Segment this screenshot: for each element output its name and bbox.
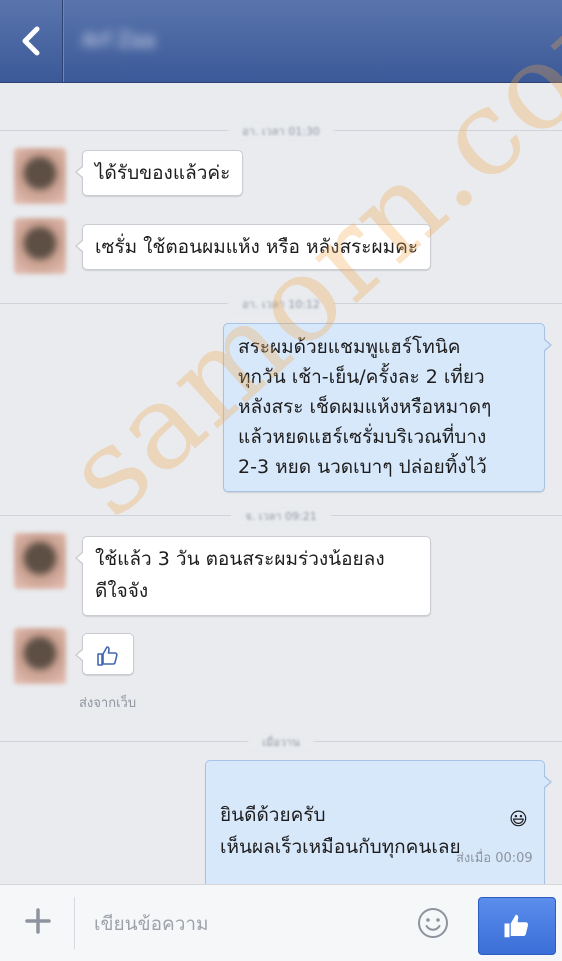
avatar[interactable] [14,628,66,684]
add-attachment-button[interactable] [24,907,52,939]
emoji-button[interactable] [417,907,449,943]
smiley-icon [418,908,448,938]
contact-name: Arf Zaa [82,28,156,52]
message-input[interactable] [92,905,406,943]
divider [74,897,75,949]
message-bubble-outgoing: ยินดีด้วยครับ เห็นผลเร็วเหมือนกับทุกคนเล… [205,760,552,904]
message-bubble-incoming: เซรั่ม ใช้ตอนผมแห้ง หรือ หลังสระผมคะ [74,224,432,270]
smiley-emoji-icon: 😃 [509,809,528,830]
plus-icon [25,908,51,934]
time-separator: อา. เวลา 01:30 [0,122,562,140]
message-bubble-incoming: ได้รับของแล้วค่ะ [74,150,244,196]
message-bubble-outgoing: สระผมด้วยแชมพูแฮร์โทนิค ทุกวัน เช้า-เย็น… [223,323,552,492]
thumbs-up-icon [504,914,529,938]
time-separator: จ. เวลา 09:21 [0,507,562,525]
avatar[interactable] [14,533,66,589]
message-meta: ส่งจากเว็บ [79,696,137,711]
back-button[interactable] [0,0,63,82]
message-bubble-incoming: ใช้แล้ว 3 วัน ตอนสระผมร่วงน้อยลง ดีใจจัง [75,536,431,616]
time-separator: อา. เวลา 10:12 [0,295,562,313]
avatar[interactable] [14,148,66,204]
message-bubble-like [75,633,134,675]
send-like-button[interactable] [478,897,556,955]
message-text: ยินดีด้วยครับ เห็นผลเร็วเหมือนกับทุกคนเล… [220,804,461,858]
avatar[interactable] [14,218,66,274]
back-arrow-icon [22,26,40,56]
top-bar: Arf Zaa [0,0,562,83]
thumbs-up-icon [97,646,118,666]
time-separator: เมื่อวาน [0,733,562,751]
message-meta: ส่งเมื่อ 00:09 [456,851,533,866]
composer-bar [0,884,562,961]
